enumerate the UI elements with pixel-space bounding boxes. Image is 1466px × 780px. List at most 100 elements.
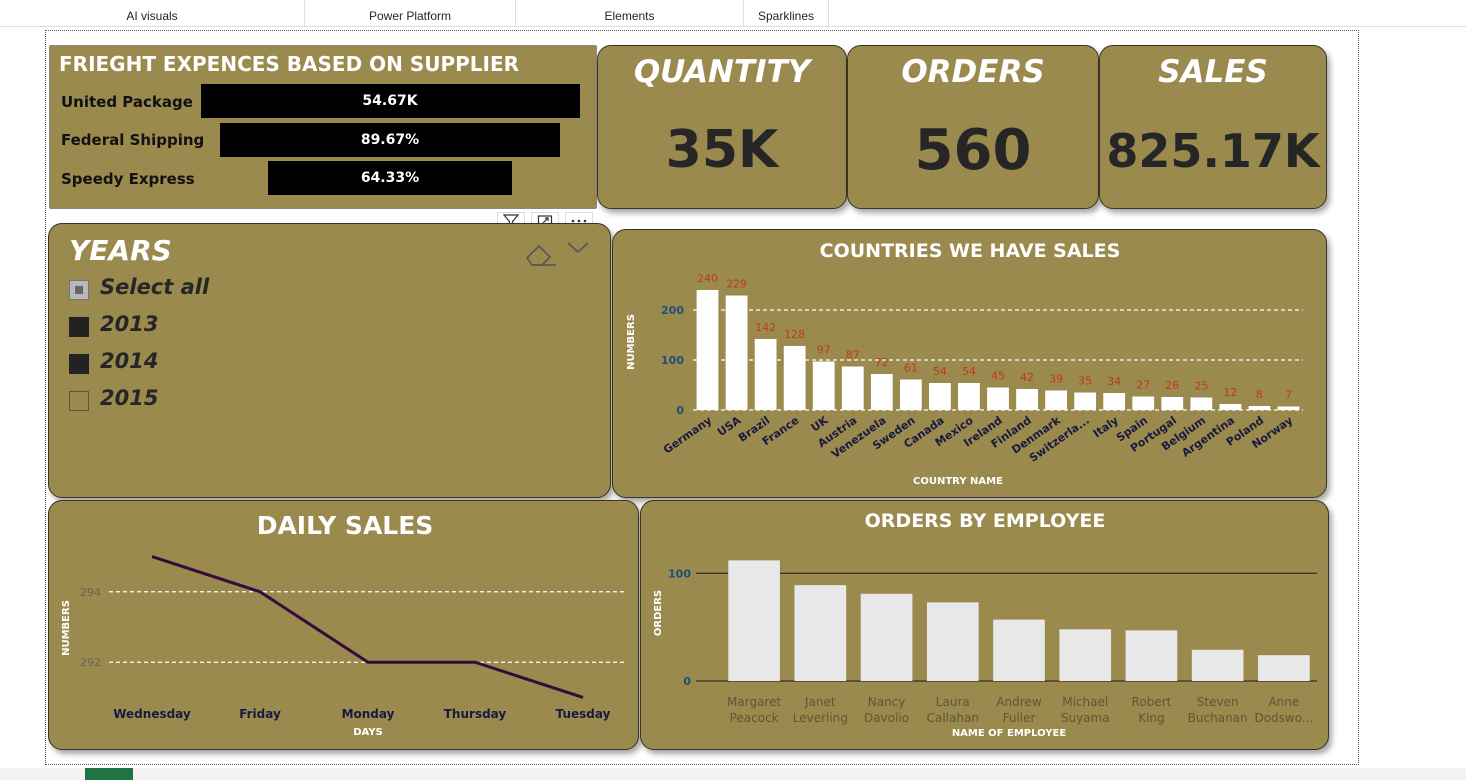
tab-sparklines[interactable]: Sparklines <box>744 0 829 26</box>
data-label: 25 <box>1194 380 1208 393</box>
orders-by-employee-x-axis-title: NAME OF EMPLOYEE <box>952 728 1067 739</box>
tab-elements[interactable]: Elements <box>516 0 744 26</box>
countries-chart[interactable]: COUNTRIES WE HAVE SALES COUNTRY NAME NUM… <box>612 229 1327 498</box>
quantity-card[interactable]: QUANTITY 35K <box>597 45 847 209</box>
daily-sales-chart[interactable]: DAILY SALES DAYS NUMBERS 292 294 Wednesday… <box>48 500 639 750</box>
bar-mexico <box>958 383 980 410</box>
x-tick-label: Andrew <box>996 695 1041 709</box>
slicer-item-label: 2015 <box>100 386 159 410</box>
bar-germany <box>696 290 719 410</box>
x-tick-label: Suyama <box>1061 711 1110 725</box>
sales-value: 825.17K <box>1106 124 1320 178</box>
bar-argentina <box>1219 404 1242 410</box>
sales-title: SALES <box>1158 54 1268 90</box>
tab-ai-visuals[interactable]: AI visuals <box>0 0 305 26</box>
x-tick-label: Peacock <box>730 711 779 725</box>
bar-employee <box>1059 629 1112 681</box>
orders-by-employee-svg: ORDERS BY EMPLOYEE NAME OF EMPLOYEE ORDE… <box>653 510 1317 739</box>
freight-bar-united-package[interactable]: 54.67K <box>200 84 580 118</box>
freight-bar-speedy-express[interactable]: 64.33% <box>268 161 512 195</box>
y-tick-label: 200 <box>661 304 684 317</box>
freight-bar-federal-shipping[interactable]: 89.67% <box>220 123 560 157</box>
countries-chart-svg: COUNTRIES WE HAVE SALES COUNTRY NAME NUM… <box>626 240 1303 487</box>
data-label: 8 <box>1256 388 1263 401</box>
data-label: 87 <box>846 349 860 362</box>
bar-finland <box>1016 389 1038 410</box>
bar-ireland <box>987 387 1009 410</box>
data-label: 54 <box>933 365 947 378</box>
x-tick-label: Nancy <box>868 695 906 709</box>
freight-title: FRIEGHT EXPENCES BASED ON SUPPLIER <box>59 52 520 76</box>
y-tick-label: 0 <box>676 404 684 417</box>
slicer-item-label: 2013 <box>100 312 159 336</box>
years-title: YEARS <box>69 234 172 267</box>
checkbox-2015[interactable] <box>69 391 89 411</box>
data-label: 35 <box>1078 375 1092 388</box>
y-tick-label: 292 <box>80 656 101 669</box>
daily-sales-chart-svg: DAILY SALES DAYS NUMBERS 292 294 Wednesday… <box>61 511 627 738</box>
bar-employee <box>728 560 780 681</box>
x-tick-label: Dodswo... <box>1254 711 1313 725</box>
countries-x-axis-title: COUNTRY NAME <box>913 476 1003 487</box>
data-label: 54 <box>962 365 976 378</box>
x-tick-label: Wednesday <box>113 707 191 721</box>
eraser-icon[interactable] <box>524 238 558 272</box>
sales-card[interactable]: SALES 825.17K <box>1099 45 1327 209</box>
data-label: 97 <box>817 344 831 357</box>
checkbox-2013[interactable] <box>69 317 89 337</box>
daily-sales-y-axis-title: NUMBERS <box>61 600 72 656</box>
bar-denmark <box>1045 390 1067 410</box>
bar-italy <box>1103 393 1126 410</box>
bar-usa <box>725 295 748 410</box>
x-tick-label: Davolio <box>864 711 909 725</box>
years-slicer[interactable]: YEARS Select all 2013 2014 2015 <box>48 223 611 498</box>
countries-y-axis-title: NUMBERS <box>626 314 637 370</box>
orders-card[interactable]: ORDERS 560 <box>847 45 1099 209</box>
data-label: 61 <box>904 362 918 375</box>
x-tick-label: King <box>1138 711 1164 725</box>
bar-portugal <box>1161 397 1184 410</box>
x-tick-label: Monday <box>342 707 395 721</box>
checkbox-2014[interactable] <box>69 354 89 374</box>
freight-label-federal-shipping: Federal Shipping <box>61 131 205 149</box>
bar-employee <box>926 602 979 681</box>
x-tick-label: Margaret <box>727 695 781 709</box>
data-label: 42 <box>1020 371 1034 384</box>
freight-label-united-package: United Package <box>61 93 193 111</box>
y-tick-label: 0 <box>683 675 691 688</box>
daily-sales-title: DAILY SALES <box>257 511 434 540</box>
orders-value: 560 <box>914 118 1032 183</box>
daily-sales-line <box>151 555 584 699</box>
data-label: 240 <box>697 272 718 285</box>
y-tick-label: 294 <box>80 586 101 599</box>
data-label: 26 <box>1165 379 1179 392</box>
orders-by-employee-chart[interactable]: ORDERS BY EMPLOYEE NAME OF EMPLOYEE ORDE… <box>640 500 1329 750</box>
x-tick-label: Laura <box>936 695 970 709</box>
countries-chart-title: COUNTRIES WE HAVE SALES <box>820 240 1121 262</box>
bar-france <box>783 346 806 410</box>
bar-venezuela <box>870 374 893 410</box>
x-tick-label: Friday <box>239 707 281 721</box>
chevron-down-icon[interactable] <box>565 238 591 260</box>
freight-visual[interactable]: FRIEGHT EXPENCES BASED ON SUPPLIER Unite… <box>49 45 597 209</box>
bar-employee <box>1258 655 1310 681</box>
tab-power-platform[interactable]: Power Platform <box>305 0 516 26</box>
freight-label-speedy-express: Speedy Express <box>61 170 195 188</box>
x-tick-label: Callahan <box>927 711 979 725</box>
x-tick-label: Fuller <box>1003 711 1036 725</box>
data-label: 142 <box>755 321 776 334</box>
x-tick-label: Robert <box>1132 695 1172 709</box>
orders-by-employee-title: ORDERS BY EMPLOYEE <box>865 510 1106 532</box>
data-label: 229 <box>726 278 747 291</box>
checkbox-select-all[interactable] <box>69 280 89 300</box>
bar-belgium <box>1190 397 1213 410</box>
orders-by-employee-y-axis-title: ORDERS <box>653 590 664 636</box>
data-label: 45 <box>991 370 1005 383</box>
x-tick-label: Anne <box>1268 695 1299 709</box>
bar-employee <box>1125 630 1178 681</box>
x-tick-label: Michael <box>1062 695 1108 709</box>
data-label: 12 <box>1223 386 1237 399</box>
data-label: 39 <box>1049 373 1063 386</box>
slicer-item-label: 2014 <box>100 349 159 373</box>
page-tab-active[interactable] <box>85 768 133 780</box>
